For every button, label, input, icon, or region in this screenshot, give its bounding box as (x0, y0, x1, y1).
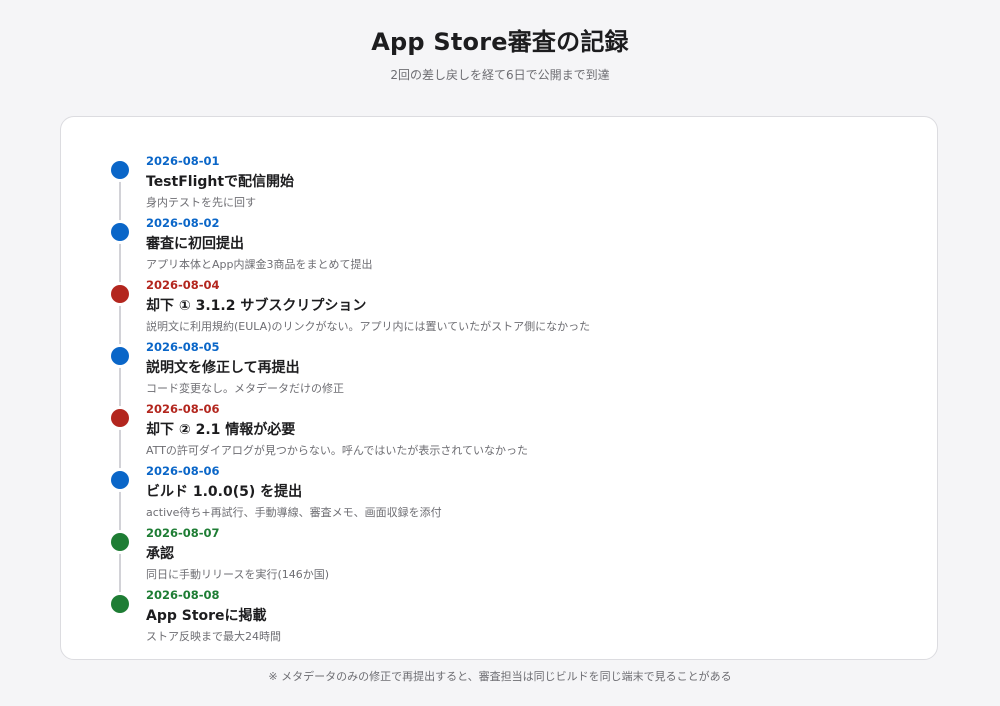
event-title: TestFlightで配信開始 (146, 174, 295, 190)
status-dot-icon (111, 471, 129, 489)
page-subtitle: 2回の差し戻しを経て6日で公開まで到達 (390, 68, 610, 82)
event-description: active待ち+再試行、手動導線、審査メモ、画面収録を添付 (146, 506, 442, 519)
event-description: ストア反映まで最大24時間 (146, 630, 281, 643)
event-description: コード変更なし。メタデータだけの修正 (146, 382, 344, 395)
event-date: 2026-08-06 (146, 464, 220, 478)
event-title: ビルド 1.0.0(5) を提出 (146, 484, 303, 500)
timeline-event: 2026-08-08 App Storeに掲載 ストア反映まで最大24時間 (61, 587, 939, 649)
event-title: 審査に初回提出 (146, 236, 244, 252)
event-date: 2026-08-05 (146, 340, 220, 354)
timeline-event: 2026-08-04 却下 ① 3.1.2 サブスクリプション 説明文に利用規約… (61, 277, 939, 339)
event-date: 2026-08-04 (146, 278, 220, 292)
timeline-event: 2026-08-07 承認 同日に手動リリースを実行(146か国) (61, 525, 939, 587)
timeline-event: 2026-08-06 却下 ② 2.1 情報が必要 ATTの許可ダイアログが見つ… (61, 401, 939, 463)
event-description: ATTの許可ダイアログが見つからない。呼んではいたが表示されていなかった (146, 444, 529, 457)
event-description: 同日に手動リリースを実行(146か国) (146, 568, 330, 581)
event-title: 承認 (146, 546, 174, 562)
event-date: 2026-08-06 (146, 402, 220, 416)
status-dot-icon (111, 161, 129, 179)
timeline-event: 2026-08-02 審査に初回提出 アプリ本体とApp内課金3商品をまとめて提… (61, 215, 939, 277)
event-date: 2026-08-01 (146, 154, 220, 168)
status-dot-icon (111, 223, 129, 241)
event-description: 身内テストを先に回す (146, 196, 256, 209)
event-description: アプリ本体とApp内課金3商品をまとめて提出 (146, 258, 373, 271)
timeline-event: 2026-08-06 ビルド 1.0.0(5) を提出 active待ち+再試行… (61, 463, 939, 525)
event-date: 2026-08-02 (146, 216, 220, 230)
event-title: 却下 ② 2.1 情報が必要 (146, 422, 296, 438)
status-dot-icon (111, 595, 129, 613)
status-dot-icon (111, 285, 129, 303)
event-title: App Storeに掲載 (146, 608, 267, 624)
event-title: 説明文を修正して再提出 (146, 360, 300, 376)
timeline-event: 2026-08-01 TestFlightで配信開始 身内テストを先に回す (61, 153, 939, 215)
event-title: 却下 ① 3.1.2 サブスクリプション (146, 298, 367, 314)
timeline-card: 2026-08-01 TestFlightで配信開始 身内テストを先に回す 20… (60, 116, 938, 660)
status-dot-icon (111, 533, 129, 551)
status-dot-icon (111, 347, 129, 365)
page-title: App Store審査の記録 (371, 28, 629, 56)
status-dot-icon (111, 409, 129, 427)
timeline-event: 2026-08-05 説明文を修正して再提出 コード変更なし。メタデータだけの修… (61, 339, 939, 401)
event-description: 説明文に利用規約(EULA)のリンクがない。アプリ内には置いていたがストア側にな… (146, 320, 591, 333)
footnote: ※ メタデータのみの修正で再提出すると、審査担当は同じビルドを同じ端末で見ること… (268, 670, 732, 683)
event-date: 2026-08-08 (146, 588, 220, 602)
event-date: 2026-08-07 (146, 526, 220, 540)
